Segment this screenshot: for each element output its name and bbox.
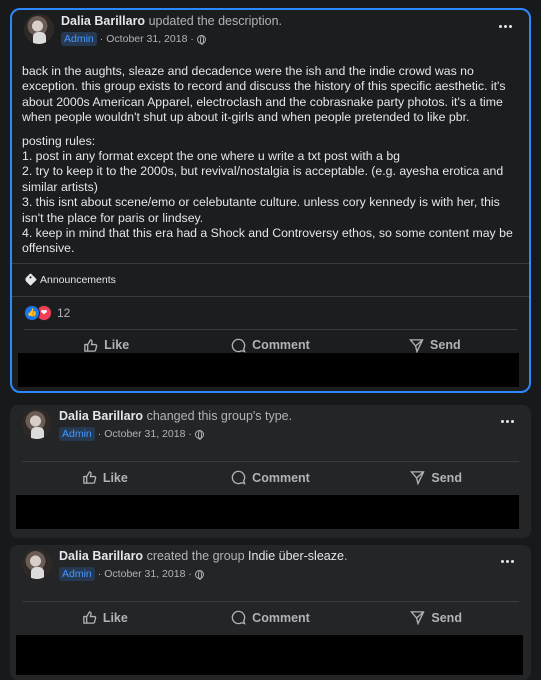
more-options-button[interactable] [493, 18, 517, 34]
description-paragraph: back in the aughts, sleaze and decadence… [22, 64, 506, 125]
post-header: Dalia Barillaro created the group Indie … [10, 545, 531, 589]
separator: · [97, 568, 102, 580]
globe-icon [196, 34, 206, 45]
posting-rules: posting rules: 1. post in any format exc… [22, 134, 519, 257]
globe-icon [194, 569, 204, 580]
action-bar: Like Comment Send [22, 461, 519, 493]
separator: · [99, 33, 104, 45]
thumbs-up-icon [83, 611, 97, 624]
author-name[interactable]: Dalia Barillaro [61, 14, 145, 28]
trailing-period: . [343, 549, 348, 563]
send-icon [409, 339, 424, 353]
separator: · [188, 428, 192, 440]
avatar[interactable] [22, 409, 52, 439]
separator: · [97, 428, 102, 440]
send-button[interactable]: Send [353, 462, 519, 493]
action-text: created the group [146, 549, 245, 563]
comment-button[interactable]: Comment [188, 462, 354, 493]
meta-line: Admin · October 31, 2018 · [59, 567, 204, 581]
comment-label: Comment [252, 610, 310, 625]
meta-line: Admin · October 31, 2018 · [61, 32, 206, 46]
send-label: Send [430, 338, 461, 353]
reaction-count: 12 [57, 305, 71, 320]
comment-area-redacted [16, 495, 519, 529]
comment-area-redacted [18, 353, 519, 387]
comment-icon [231, 338, 246, 353]
post-card: Dalia Barillaro created the group Indie … [10, 545, 531, 680]
thumbs-up-icon [83, 471, 97, 484]
topic-label: Announcements [40, 273, 116, 286]
rule-item: 4. keep in mind that this era had a Shoc… [22, 226, 513, 256]
post-date[interactable]: October 31, 2018 [104, 428, 185, 440]
comment-icon [231, 610, 246, 625]
author-name[interactable]: Dalia Barillaro [59, 409, 143, 423]
topic-tag[interactable]: Announcements [12, 262, 529, 297]
admin-badge: Admin [59, 567, 95, 581]
thumbs-up-icon [84, 339, 98, 352]
author-line: Dalia Barillaro changed this group's typ… [59, 409, 292, 423]
avatar[interactable] [24, 14, 54, 44]
post-card: Dalia Barillaro changed this group's typ… [10, 405, 531, 538]
admin-badge: Admin [61, 32, 97, 46]
comment-button[interactable]: Comment [188, 602, 354, 633]
like-reaction-icon: 👍 [24, 304, 40, 321]
author-line: Dalia Barillaro updated the description. [61, 14, 282, 28]
like-label: Like [102, 610, 128, 625]
send-label: Send [431, 610, 462, 625]
send-icon [410, 611, 426, 625]
rules-heading: posting rules: [22, 133, 96, 148]
post-date[interactable]: October 31, 2018 [104, 568, 185, 580]
comment-area-redacted [16, 635, 523, 675]
tag-icon [24, 273, 37, 287]
reactions-summary[interactable]: 👍 ❤ 12 [12, 297, 529, 329]
more-options-button[interactable] [495, 553, 519, 569]
like-button[interactable]: Like [22, 602, 188, 633]
post-body: back in the aughts, sleaze and decadence… [12, 54, 529, 257]
post-card: Dalia Barillaro updated the description.… [10, 8, 531, 393]
action-bar: Like Comment Send [22, 601, 519, 633]
post-date[interactable]: October 31, 2018 [106, 33, 187, 45]
comment-label: Comment [252, 338, 310, 353]
separator: · [188, 568, 192, 580]
comment-icon [231, 470, 246, 485]
post-header: Dalia Barillaro changed this group's typ… [10, 405, 531, 449]
send-button[interactable]: Send [353, 602, 519, 633]
separator: · [190, 33, 194, 45]
rule-item: 1. post in any format except the one whe… [22, 149, 400, 164]
meta-line: Admin · October 31, 2018 · [59, 427, 204, 441]
action-text: changed this group's type. [146, 409, 293, 423]
avatar[interactable] [22, 549, 52, 579]
group-name-link[interactable]: Indie über-sleaze [248, 549, 344, 563]
comment-label: Comment [252, 470, 310, 485]
like-label: Like [102, 470, 128, 485]
send-icon [410, 471, 426, 485]
globe-icon [194, 429, 204, 440]
post-header: Dalia Barillaro updated the description.… [12, 10, 529, 54]
more-options-button[interactable] [495, 413, 519, 429]
admin-badge: Admin [59, 427, 95, 441]
rule-item: 3. this isnt about scene/emo or celebuta… [22, 195, 500, 225]
like-label: Like [104, 338, 130, 353]
send-label: Send [431, 470, 462, 485]
action-text: updated the description. [148, 14, 282, 28]
like-button[interactable]: Like [22, 462, 188, 493]
author-name[interactable]: Dalia Barillaro [59, 549, 143, 563]
author-line: Dalia Barillaro created the group Indie … [59, 549, 347, 563]
rule-item: 2. try to keep it to the 2000s, but revi… [22, 164, 504, 194]
